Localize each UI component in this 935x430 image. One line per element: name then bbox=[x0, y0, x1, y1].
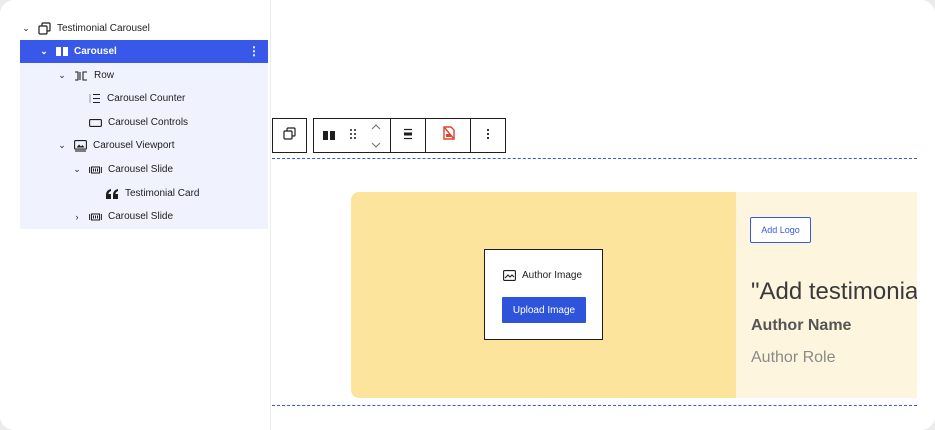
slide-icon bbox=[89, 213, 102, 221]
list-item-label: Carousel Slide bbox=[108, 211, 174, 222]
parent-block-icon bbox=[283, 126, 296, 145]
select-parent-button[interactable] bbox=[273, 119, 306, 152]
add-logo-button[interactable]: Add Logo bbox=[750, 217, 811, 243]
chevron-down-icon[interactable]: ⌄ bbox=[71, 164, 83, 175]
list-item-carousel[interactable]: ⌄ Carousel ⋮ bbox=[20, 40, 268, 63]
chevron-down-icon[interactable]: ⌄ bbox=[38, 46, 50, 57]
list-counter-icon bbox=[89, 93, 101, 104]
list-item-carousel-counter[interactable]: Carousel Counter bbox=[89, 87, 185, 110]
duplicate-icon bbox=[38, 22, 51, 35]
row-icon bbox=[74, 70, 88, 81]
list-item-carousel-viewport[interactable]: ⌄ Carousel Viewport bbox=[56, 134, 175, 157]
list-item-label: Testimonial Card bbox=[125, 188, 200, 199]
style-icon bbox=[441, 126, 455, 145]
move-up-icon[interactable] bbox=[370, 118, 382, 136]
toolbar-group-main bbox=[313, 118, 506, 153]
chevron-down-icon[interactable]: ⌄ bbox=[56, 70, 68, 81]
move-buttons bbox=[362, 119, 390, 152]
chevron-down-icon[interactable]: ⌄ bbox=[20, 23, 32, 34]
placeholder-label: Author Image bbox=[503, 270, 582, 281]
columns-icon bbox=[56, 47, 68, 56]
list-item-carousel-controls[interactable]: Carousel Controls bbox=[89, 111, 188, 134]
chevron-right-icon[interactable]: › bbox=[71, 212, 83, 222]
author-name[interactable]: Author Name bbox=[751, 317, 851, 335]
carousel-boundary-bottom bbox=[272, 405, 917, 406]
list-item-testimonial-carousel[interactable]: ⌄ Testimonial Carousel bbox=[20, 17, 150, 40]
image-icon bbox=[503, 270, 516, 281]
list-item-testimonial-card[interactable]: Testimonial Card bbox=[105, 182, 199, 205]
block-type-button[interactable] bbox=[314, 119, 344, 152]
quote-icon bbox=[105, 188, 119, 199]
list-item-label: Row bbox=[94, 70, 115, 81]
list-item-label: Carousel Counter bbox=[107, 93, 186, 104]
move-down-icon[interactable] bbox=[370, 136, 382, 154]
block-toolbar bbox=[272, 118, 506, 153]
upload-image-button[interactable]: Upload Image bbox=[502, 297, 586, 323]
list-item-carousel-slide[interactable]: ⌄ Carousel Slide bbox=[71, 158, 173, 181]
testimonial-quote[interactable]: "Add testimonia bbox=[751, 278, 917, 306]
author-image-label: Author Image bbox=[522, 270, 583, 281]
options-icon bbox=[486, 127, 490, 145]
align-icon bbox=[402, 127, 414, 145]
author-image-placeholder[interactable]: Author Image Upload Image bbox=[484, 249, 603, 340]
columns-icon bbox=[323, 127, 335, 145]
chevron-down-icon[interactable]: ⌄ bbox=[56, 140, 68, 151]
carousel-boundary-top bbox=[272, 158, 917, 159]
list-item-label: Testimonial Carousel bbox=[57, 23, 150, 34]
list-item-row[interactable]: ⌄ Row bbox=[56, 64, 114, 87]
options-button[interactable] bbox=[471, 119, 505, 152]
options-icon[interactable]: ⋮ bbox=[248, 44, 260, 58]
list-item-label: Carousel Viewport bbox=[93, 140, 175, 151]
list-item-label: Carousel bbox=[74, 46, 117, 57]
drag-handle[interactable] bbox=[344, 119, 362, 152]
rectangle-icon bbox=[89, 118, 102, 127]
style-button[interactable] bbox=[426, 119, 470, 152]
list-view-panel: ⌄ Testimonial Carousel ⌄ Carousel ⋮ ⌄ Ro… bbox=[0, 0, 271, 430]
slide-icon bbox=[89, 166, 102, 174]
editor-frame: ⌄ Testimonial Carousel ⌄ Carousel ⋮ ⌄ Ro… bbox=[0, 0, 935, 430]
author-role[interactable]: Author Role bbox=[751, 349, 836, 367]
list-item-label: Carousel Controls bbox=[108, 117, 189, 128]
list-item-label: Carousel Slide bbox=[108, 164, 174, 175]
list-item-carousel-slide-2[interactable]: › Carousel Slide bbox=[71, 205, 174, 228]
drag-handle-icon bbox=[349, 127, 357, 145]
viewport-icon bbox=[74, 139, 87, 152]
toolbar-group-parent bbox=[272, 118, 307, 153]
align-button[interactable] bbox=[391, 119, 425, 152]
